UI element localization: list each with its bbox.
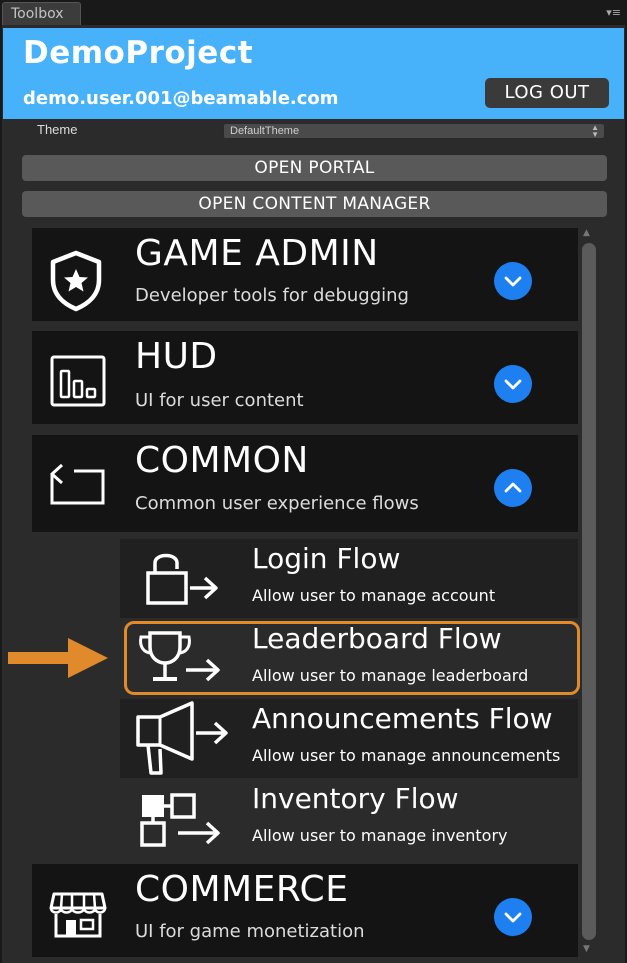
expand-toggle-button[interactable]	[494, 262, 532, 300]
padlock-arrow-icon	[134, 545, 224, 615]
theme-dropdown[interactable]: DefaultTheme ▲ ▼	[223, 123, 605, 139]
tab-menu-icon[interactable]: ▾≡	[606, 6, 621, 19]
megaphone-arrow-icon	[134, 701, 230, 781]
category-subtitle: UI for game monetization	[135, 921, 365, 942]
logout-button[interactable]: LOG OUT	[485, 78, 609, 108]
tab-toolbox[interactable]: Toolbox	[2, 2, 81, 25]
return-arrow-icon	[48, 463, 108, 513]
category-title: HUD	[135, 336, 218, 377]
flow-inventory[interactable]: Inventory Flow Allow user to manage inve…	[120, 779, 578, 858]
flow-subtitle: Allow user to manage announcements	[252, 746, 561, 765]
flow-login[interactable]: Login Flow Allow user to manage account	[120, 539, 578, 618]
scrollbar-thumb[interactable]	[582, 243, 596, 940]
category-title: COMMON	[135, 440, 309, 481]
arrow-right-icon	[6, 634, 112, 688]
project-name: DemoProject	[23, 35, 254, 71]
category-title: COMMERCE	[135, 869, 349, 910]
category-subtitle: Common user experience flows	[135, 493, 419, 514]
flow-title: Login Flow	[252, 542, 401, 575]
category-common[interactable]: COMMON Common user experience flows	[32, 435, 578, 532]
flow-announcements[interactable]: Announcements Flow Allow user to manage …	[120, 699, 578, 778]
chevron-down-icon	[504, 276, 522, 287]
leaderboard-highlight-outline	[124, 621, 580, 695]
theme-selected-value: DefaultTheme	[230, 125, 300, 137]
storefront-icon	[48, 890, 108, 946]
user-email: demo.user.001@beamable.com	[23, 88, 339, 109]
category-game-admin[interactable]: GAME ADMIN Developer tools for debugging	[32, 228, 578, 321]
expand-toggle-button[interactable]	[494, 898, 532, 936]
scroll-down-icon[interactable]: ▼	[583, 944, 590, 954]
open-content-manager-button[interactable]: OPEN CONTENT MANAGER	[22, 191, 607, 217]
category-subtitle: UI for user content	[135, 390, 304, 411]
flow-subtitle: Allow user to manage inventory	[252, 826, 508, 845]
tab-bar: Toolbox ▾≡	[0, 0, 627, 25]
chevron-up-icon	[504, 482, 522, 493]
category-commerce[interactable]: COMMERCE UI for game monetization	[32, 864, 578, 957]
category-title: GAME ADMIN	[135, 233, 379, 274]
bar-chart-icon	[48, 353, 108, 413]
shield-star-icon	[48, 250, 104, 316]
category-subtitle: Developer tools for debugging	[135, 285, 409, 306]
collapse-toggle-button[interactable]	[494, 469, 532, 507]
category-hud[interactable]: HUD UI for user content	[32, 331, 578, 424]
chevron-down-icon	[504, 379, 522, 390]
flow-title: Announcements Flow	[252, 702, 553, 735]
scroll-up-icon[interactable]: ▲	[583, 228, 590, 238]
flow-subtitle: Allow user to manage account	[252, 586, 496, 605]
theme-label: Theme	[37, 122, 78, 137]
open-portal-button[interactable]: OPEN PORTAL	[22, 155, 607, 181]
expand-toggle-button[interactable]	[494, 365, 532, 403]
project-header: DemoProject demo.user.001@beamable.com L…	[3, 28, 624, 119]
grid-arrow-icon	[134, 785, 226, 855]
chevron-down-icon	[504, 912, 522, 923]
dropdown-arrows-icon: ▲ ▼	[591, 123, 599, 139]
flow-title: Inventory Flow	[252, 782, 459, 815]
